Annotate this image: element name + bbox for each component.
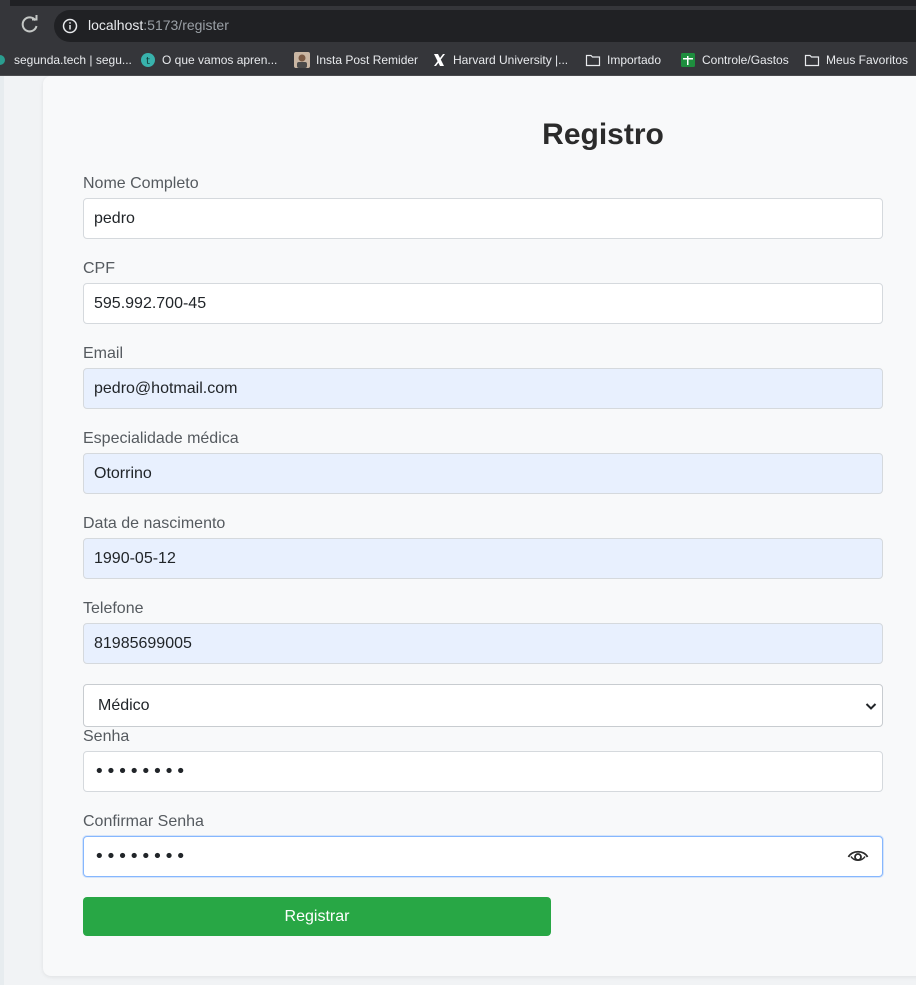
url-text[interactable]: localhost:5173/register bbox=[88, 17, 229, 33]
email-field[interactable]: pedro@hotmail.com bbox=[83, 368, 883, 409]
site-info-icon[interactable] bbox=[62, 18, 78, 34]
phone-label: Telefone bbox=[83, 600, 144, 617]
bookmark-label: Importado bbox=[607, 53, 662, 67]
bookmark-insta-post[interactable]: Insta Post Remider bbox=[294, 52, 418, 68]
url-path: :5173/register bbox=[143, 17, 229, 33]
x-logo-icon bbox=[431, 52, 447, 68]
svg-text:t: t bbox=[146, 56, 150, 67]
birthdate-label: Data de nascimento bbox=[83, 515, 226, 532]
role-select-value: Médico bbox=[98, 696, 150, 714]
bookmark-label: Meus Favoritos bbox=[826, 53, 909, 67]
bookmark-meus-favoritos[interactable]: Meus Favoritos bbox=[804, 52, 908, 68]
name-label: Nome Completo bbox=[83, 175, 199, 192]
circle-t-icon: t bbox=[140, 52, 156, 68]
active-tab[interactable] bbox=[0, 0, 10, 6]
name-field[interactable]: pedro bbox=[83, 198, 883, 239]
bookmark-o-que-vamos[interactable]: t O que vamos apren... bbox=[140, 52, 277, 68]
bookmark-harvard[interactable]: Harvard University |... bbox=[431, 52, 568, 68]
chevron-down-icon bbox=[865, 703, 877, 710]
tab-strip bbox=[0, 0, 916, 6]
folder-icon bbox=[804, 52, 820, 68]
bookmark-label: Harvard University |... bbox=[453, 53, 569, 67]
bookmark-controle-gastos[interactable]: Controle/Gastos bbox=[680, 52, 789, 68]
bookmark-label: Controle/Gastos bbox=[702, 53, 789, 67]
role-select[interactable]: Médico bbox=[83, 684, 883, 727]
confirm-password-label: Confirmar Senha bbox=[83, 813, 204, 830]
phone-field[interactable]: 81985699005 bbox=[83, 623, 883, 664]
back-arrow-icon[interactable]: ‹ bbox=[0, 14, 6, 30]
site-dot-icon bbox=[0, 52, 8, 68]
confirm-password-field[interactable]: •••••••• bbox=[83, 836, 883, 877]
email-label: Email bbox=[83, 345, 124, 362]
register-button[interactable]: Registrar bbox=[83, 897, 551, 936]
bookmark-label: segunda.tech | segu... bbox=[14, 53, 132, 67]
bookmark-label: O que vamos apren... bbox=[162, 53, 278, 67]
password-label: Senha bbox=[83, 728, 130, 745]
birthdate-field[interactable]: 1990-05-12 bbox=[83, 538, 883, 579]
url-host: localhost bbox=[88, 17, 144, 33]
eye-icon[interactable] bbox=[847, 848, 869, 864]
specialty-label: Especialidade médica bbox=[83, 430, 239, 447]
page-edge bbox=[0, 76, 4, 985]
bookmark-segunda-tech[interactable]: segunda.tech | segu... bbox=[0, 52, 132, 68]
sheets-icon bbox=[680, 52, 696, 68]
specialty-field[interactable]: Otorrino bbox=[83, 453, 883, 494]
reload-icon[interactable] bbox=[20, 14, 40, 34]
folder-icon bbox=[585, 52, 601, 68]
page-title: Registro bbox=[542, 118, 664, 151]
cpf-label: CPF bbox=[83, 260, 115, 277]
bookmark-label: Insta Post Remider bbox=[316, 53, 419, 67]
password-field[interactable]: •••••••• bbox=[83, 751, 883, 792]
avatar-icon bbox=[294, 52, 310, 68]
bookmark-importado[interactable]: Importado bbox=[585, 52, 661, 68]
cpf-field[interactable]: 595.992.700-45 bbox=[83, 283, 883, 324]
